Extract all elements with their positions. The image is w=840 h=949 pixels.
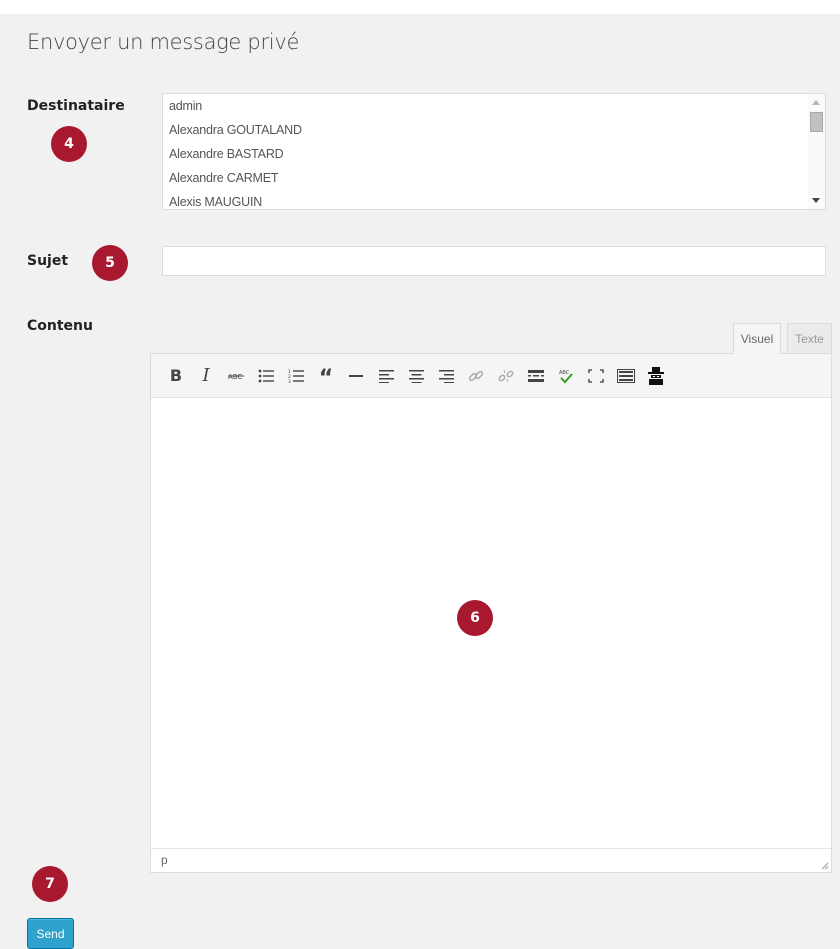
fullscreen-icon[interactable]	[581, 361, 611, 391]
svg-text:ABC: ABC	[559, 370, 570, 376]
svg-text:ABC: ABC	[228, 373, 242, 381]
subject-label: Sujet	[27, 253, 69, 269]
send-button[interactable]: Send	[27, 918, 74, 949]
recipient-label: Destinataire	[27, 98, 125, 114]
editor-toolbar: B I ABC 123 “ ABC	[151, 354, 831, 398]
step-badge-7: 7	[32, 866, 68, 902]
element-path[interactable]: p	[161, 853, 168, 867]
numbered-list-icon[interactable]: 123	[281, 361, 311, 391]
step-badge-4: 4	[51, 126, 87, 162]
italic-icon[interactable]: I	[191, 361, 221, 391]
read-more-icon[interactable]	[521, 361, 551, 391]
recipient-option[interactable]: admin	[163, 94, 825, 118]
listbox-scrollbar[interactable]	[808, 94, 825, 209]
svg-text:3: 3	[288, 379, 291, 383]
scroll-up-icon[interactable]	[812, 100, 820, 105]
blockquote-icon[interactable]: “	[311, 361, 341, 391]
horizontal-rule-icon[interactable]	[341, 361, 371, 391]
recipient-option[interactable]: Alexandra GOUTALAND	[163, 118, 825, 142]
recipient-option[interactable]: Alexandre BASTARD	[163, 142, 825, 166]
tab-text[interactable]: Texte	[787, 323, 832, 354]
editor-content-area[interactable]: 6	[151, 398, 831, 849]
align-right-icon[interactable]	[431, 361, 461, 391]
toolbar-toggle-icon[interactable]	[611, 361, 641, 391]
scroll-down-icon[interactable]	[812, 198, 820, 203]
spy-icon[interactable]	[641, 361, 671, 391]
recipient-option[interactable]: Alexis MAUGUIN	[163, 190, 825, 209]
bullet-list-icon[interactable]	[251, 361, 281, 391]
step-badge-5: 5	[92, 245, 128, 281]
page-title: Envoyer un message privé	[27, 30, 300, 54]
recipient-select[interactable]: admin Alexandra GOUTALAND Alexandre BAST…	[162, 93, 826, 210]
content-label: Contenu	[27, 318, 93, 334]
tab-visual[interactable]: Visuel	[733, 323, 781, 354]
align-center-icon[interactable]	[401, 361, 431, 391]
subject-input[interactable]	[162, 246, 826, 276]
bold-icon[interactable]: B	[161, 361, 191, 391]
strikethrough-icon[interactable]: ABC	[221, 361, 251, 391]
unlink-icon[interactable]	[491, 361, 521, 391]
link-icon[interactable]	[461, 361, 491, 391]
recipient-option[interactable]: Alexandre CARMET	[163, 166, 825, 190]
scroll-thumb[interactable]	[810, 112, 823, 132]
step-badge-6: 6	[457, 600, 493, 636]
editor-statusbar: p	[151, 848, 831, 872]
content-editor: B I ABC 123 “ ABC 6 p	[150, 353, 832, 873]
align-left-icon[interactable]	[371, 361, 401, 391]
resize-handle-icon[interactable]	[821, 862, 829, 870]
spellcheck-icon[interactable]: ABC	[551, 361, 581, 391]
